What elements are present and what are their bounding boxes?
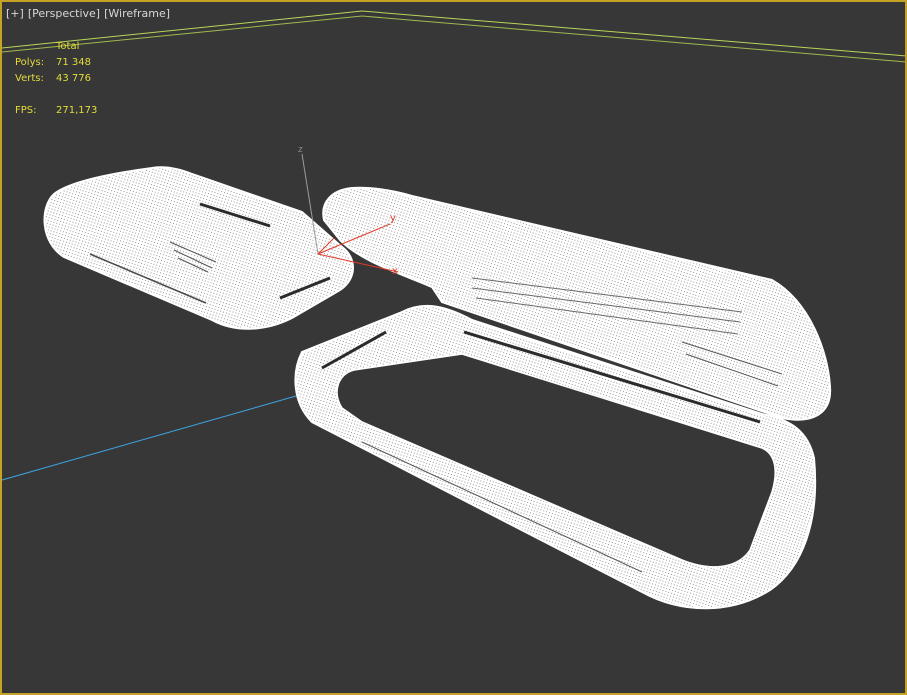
viewport-scene[interactable]: z y x — [2, 2, 905, 693]
statistics-overlay: Total Polys: 71 348 Verts: 43 776 FPS: 2… — [15, 39, 97, 119]
perspective-viewport[interactable]: z y x [+] [Perspective] [Wireframe] Total … — [0, 0, 907, 695]
stats-total-header: Total — [56, 41, 80, 52]
lid-object[interactable] — [43, 166, 354, 330]
viewport-point-of-view-menu[interactable]: [Perspective] — [28, 7, 100, 20]
gizmo-z-label: z — [298, 145, 303, 155]
viewport-shading-menu[interactable]: [Wireframe] — [104, 7, 170, 20]
gizmo-y-label: y — [390, 213, 396, 224]
polys-label: Polys: — [15, 57, 45, 68]
viewport-general-menu[interactable]: [+] — [6, 7, 24, 20]
polys-value: 71 348 — [56, 57, 91, 68]
viewport-label-menu: [+] [Perspective] [Wireframe] — [6, 7, 170, 20]
gizmo-x-label: x — [392, 266, 398, 277]
verts-label: Verts: — [15, 73, 44, 84]
verts-value: 43 776 — [56, 73, 91, 84]
fps-label: FPS: — [15, 105, 37, 116]
fps-value: 271,173 — [56, 105, 98, 116]
